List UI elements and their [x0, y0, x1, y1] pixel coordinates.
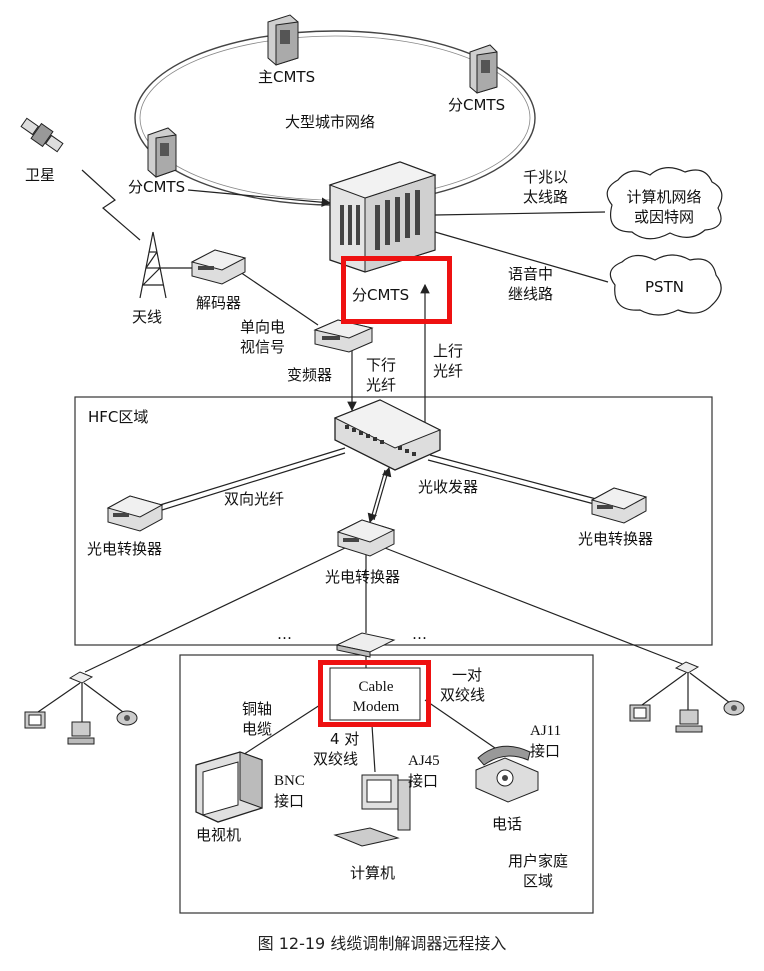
- computer-label: 计算机: [350, 864, 396, 882]
- downstream-fiber-label-line2: 光纤: [366, 376, 397, 394]
- bnc-label-line2: 接口: [274, 792, 305, 810]
- antenna-tower-icon: [139, 231, 167, 299]
- pair1-label-line2: 双绞线: [440, 686, 486, 704]
- left-tap-3: [83, 682, 124, 713]
- satellite-label: 卫星: [25, 166, 56, 184]
- right-tap-icon: [674, 661, 700, 674]
- network-diagram: [20, 14, 745, 914]
- one-way-tv-label-line2: 视信号: [240, 338, 286, 356]
- bi-fiber-center-down: [367, 469, 386, 524]
- upstream-fiber-label-line1: 上行: [433, 342, 464, 360]
- main-cmts-icon: [267, 14, 299, 66]
- ellipsis-right: …: [412, 625, 427, 643]
- tv-label: 电视机: [196, 826, 242, 844]
- bi-fiber-center-up: [373, 466, 392, 521]
- oe-converter-left-icon: [106, 495, 164, 532]
- gigabit-label-line2: 太线路: [523, 188, 569, 206]
- oe-converter-right-label: 光电转换器: [578, 530, 654, 548]
- ellipsis-left: …: [277, 625, 292, 643]
- main-cmts-label: 主CMTS: [258, 68, 316, 86]
- optical-transceiver-label: 光收发器: [418, 478, 479, 496]
- computer-icon: [333, 774, 411, 847]
- pair4-label-line2: 双绞线: [313, 750, 359, 768]
- voice-trunk-label-line1: 语音中: [508, 265, 554, 283]
- left-tap-1: [37, 682, 81, 713]
- left-phone-icon: [116, 710, 138, 726]
- internet-label-line2: 或因特网: [633, 208, 694, 226]
- left-monitor-icon: [24, 711, 46, 729]
- phone-label: 电话: [492, 815, 523, 833]
- aj45-label-line2: 接口: [408, 772, 439, 790]
- feeder-left: [84, 547, 346, 673]
- oe-converter-right-icon: [590, 487, 648, 524]
- right-computer-icon: [675, 709, 703, 733]
- decoder-icon: [190, 249, 247, 285]
- frequency-converter-icon: [313, 319, 374, 353]
- left-tap-icon: [68, 671, 94, 684]
- telephone-icon: [475, 745, 539, 803]
- hfc-area-label: HFC区域: [88, 408, 149, 426]
- optical-transceiver-icon: [333, 399, 442, 471]
- aj11-label-line2: 接口: [530, 742, 561, 760]
- voice-trunk-label-line2: 继线路: [508, 285, 554, 303]
- frequency-converter-label: 变频器: [287, 366, 333, 384]
- bidirectional-fiber-label: 双向光纤: [224, 490, 285, 508]
- coax-label-line1: 铜轴: [242, 700, 273, 718]
- pair4-link: [371, 724, 376, 773]
- figure-caption: 图 12-19 线缆调制解调器远程接入: [257, 934, 507, 953]
- left-computer-icon: [67, 721, 95, 745]
- right-phone-icon: [723, 700, 745, 716]
- upstream-fiber-label-line2: 光纤: [433, 362, 464, 380]
- pair1-label-line1: 一对: [452, 666, 483, 684]
- sub-cmts-left-label: 分CMTS: [128, 178, 186, 196]
- pair4-label-line1: 4 对: [330, 730, 360, 748]
- highlight-cable-modem: [318, 660, 431, 727]
- right-tap-3: [689, 672, 731, 704]
- right-tap-1: [641, 672, 687, 706]
- decoder-label: 解码器: [196, 294, 242, 312]
- right-monitor-icon: [629, 704, 651, 722]
- oe-converter-center-label: 光电转换器: [325, 568, 401, 586]
- ring-hub-link: [187, 189, 332, 208]
- sub-cmts-right-label: 分CMTS: [448, 96, 506, 114]
- pstn-label: PSTN: [645, 278, 684, 296]
- oe-converter-center-icon: [336, 519, 396, 557]
- metro-network-label: 大型城市网络: [285, 113, 376, 131]
- gigabit-link: [434, 211, 606, 216]
- tv-icon: [195, 751, 263, 823]
- home-area-label-line2: 区域: [523, 872, 554, 890]
- aj45-label-line1: AJ45: [408, 753, 440, 769]
- antenna-label: 天线: [132, 308, 163, 326]
- downstream-fiber-label-line1: 下行: [366, 356, 397, 374]
- home-area-label-line1: 用户家庭: [508, 852, 569, 870]
- oe-converter-left-label: 光电转换器: [87, 540, 163, 558]
- sub-cmts-right-icon: [469, 44, 498, 94]
- gigabit-label-line1: 千兆以: [523, 168, 569, 186]
- feeder-right: [384, 547, 686, 666]
- sub-cmts-left-icon: [147, 127, 177, 178]
- highlight-cmts: [341, 256, 452, 324]
- internet-label-line1: 计算机网络: [626, 188, 702, 206]
- pair1-link: [424, 699, 496, 749]
- coax-label-line2: 电缆: [242, 720, 273, 738]
- aj11-label-line1: AJ11: [530, 723, 562, 739]
- bnc-label-line1: BNC: [274, 773, 305, 789]
- satellite-icon: [20, 117, 64, 153]
- one-way-tv-label-line1: 单向电: [240, 318, 286, 336]
